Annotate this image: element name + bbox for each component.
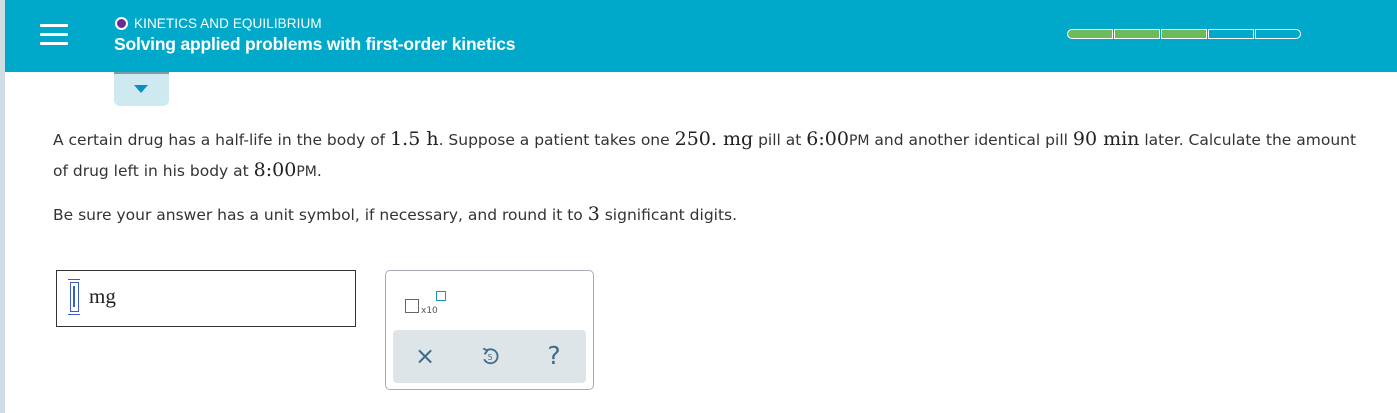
collapse-toggle[interactable] [114, 72, 169, 106]
undo-button[interactable]: 5 [474, 340, 506, 372]
progress-segment [1208, 29, 1254, 39]
action-toolbar: × 5 ? [393, 330, 586, 383]
exponent-box-icon [436, 291, 446, 301]
question-text: A certain drug has a half-life in the bo… [53, 125, 1373, 187]
instruction-text-part: significant digits. [599, 206, 738, 224]
help-button[interactable]: ? [538, 340, 570, 372]
question-text-part: . [316, 162, 322, 180]
text-cursor-icon [68, 279, 80, 315]
question-text-part: pill at [753, 131, 807, 149]
topic-label: KINETICS AND EQUILIBRIUM [134, 15, 322, 31]
second-time-value: 8:00 [253, 159, 297, 181]
progress-segment [1067, 29, 1113, 39]
topic-dot-icon [115, 16, 128, 30]
question-text-part: . Suppose a patient takes one [438, 131, 675, 149]
progress-segment [1255, 29, 1301, 39]
first-time-suffix: PM [848, 133, 870, 149]
progress-segment [1114, 29, 1160, 39]
math-tool-panel: x10 × 5 ? [385, 270, 594, 390]
topic-line: KINETICS AND EQUILIBRIUM [115, 14, 322, 32]
menu-icon[interactable] [40, 22, 68, 46]
base-box-icon [405, 299, 419, 313]
significant-digits-value: 3 [587, 203, 600, 225]
scientific-notation-button[interactable]: x10 [405, 291, 450, 319]
answer-unit: mg [89, 284, 116, 308]
caret-down-icon [134, 85, 148, 93]
instruction-text: Be sure your answer has a unit symbol, i… [53, 200, 737, 230]
lesson-title: Solving applied problems with first-orde… [114, 34, 516, 54]
half-life-value: 1.5 h [390, 128, 439, 150]
progress-bar [1067, 29, 1302, 39]
second-time-suffix: PM [296, 164, 317, 180]
instruction-text-part: Be sure your answer has a unit symbol, i… [53, 206, 588, 224]
progress-segment [1161, 29, 1207, 39]
first-time-value: 6:00 [806, 128, 849, 150]
dose-value: 250. mg [674, 128, 754, 150]
svg-text:5: 5 [488, 353, 493, 362]
clear-button[interactable]: × [409, 340, 441, 372]
header-bar: KINETICS AND EQUILIBRIUM Solving applied… [5, 0, 1397, 72]
interval-value: 90 min [1072, 128, 1140, 150]
question-text-part: A certain drug has a half-life in the bo… [53, 131, 391, 149]
undo-icon: 5 [482, 347, 499, 365]
question-text-part: and another identical pill [869, 131, 1073, 149]
answer-input[interactable]: mg [56, 270, 356, 327]
x10-label: x10 [421, 306, 438, 316]
